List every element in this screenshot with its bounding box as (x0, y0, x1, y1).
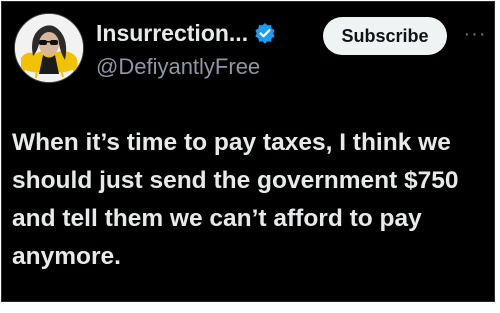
avatar-image (15, 14, 83, 82)
avatar[interactable] (14, 13, 84, 83)
user-handle[interactable]: @DefiyantlyFree (96, 54, 260, 80)
post-card[interactable]: Insurrection... @DefiyantlyFree Subscrib… (1, 1, 495, 302)
verified-badge-icon (254, 22, 276, 44)
display-name-row[interactable]: Insurrection... (96, 16, 276, 50)
subscribe-button[interactable]: Subscribe (323, 17, 447, 55)
display-name[interactable]: Insurrection... (96, 20, 248, 47)
post-text: When it’s time to pay taxes, I think we … (12, 129, 459, 270)
more-options-icon[interactable]: ··· (460, 24, 490, 48)
